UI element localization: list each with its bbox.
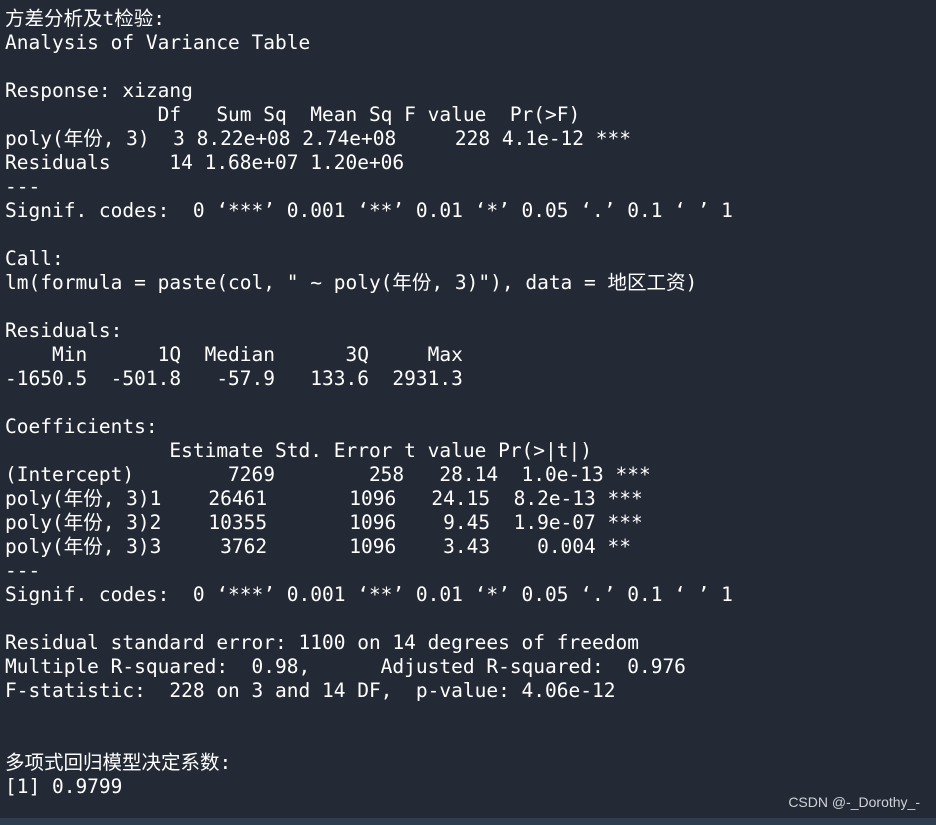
console-line: poly(年份, 3)1 26461 1096 24.15 8.2e-13 **…	[5, 487, 643, 510]
console-line: ---	[5, 559, 41, 582]
console-line: Estimate Std. Error t value Pr(>|t|)	[5, 439, 592, 462]
console-line: -1650.5 -501.8 -57.9 133.6 2931.3	[5, 367, 463, 390]
console-line: Residual standard error: 1100 on 14 degr…	[5, 631, 639, 654]
console-line: Residuals:	[5, 319, 123, 342]
console-output[interactable]: 方差分析及t检验: Analysis of Variance Table Res…	[0, 0, 936, 818]
console-line: Df Sum Sq Mean Sq F value Pr(>F)	[5, 103, 581, 126]
console-line: poly(年份, 3)3 3762 1096 3.43 0.004 **	[5, 535, 631, 558]
bottom-bar	[0, 818, 936, 825]
console-line: F-statistic: 228 on 3 and 14 DF, p-value…	[5, 679, 616, 702]
console-line: Response: xizang	[5, 79, 193, 102]
console-line: Min 1Q Median 3Q Max	[5, 343, 463, 366]
console-line: Coefficients:	[5, 415, 158, 438]
console-line: poly(年份, 3)2 10355 1096 9.45 1.9e-07 ***	[5, 511, 643, 534]
console-line: Signif. codes: 0 ‘***’ 0.001 ‘**’ 0.01 ‘…	[5, 583, 733, 606]
console-line: ---	[5, 175, 41, 198]
console-line: Signif. codes: 0 ‘***’ 0.001 ‘**’ 0.01 ‘…	[5, 199, 733, 222]
console-line: (Intercept) 7269 258 28.14 1.0e-13 ***	[5, 463, 651, 486]
console-line: lm(formula = paste(col, " ~ poly(年份, 3)"…	[5, 271, 698, 294]
console-line: 方差分析及t检验:	[5, 7, 165, 30]
watermark: CSDN @-_Dorothy_-	[788, 794, 920, 810]
console-line: Residuals 14 1.68e+07 1.20e+06	[5, 151, 405, 174]
console-line: 多项式回归模型决定系数:	[5, 751, 232, 774]
console-line: poly(年份, 3) 3 8.22e+08 2.74e+08 228 4.1e…	[5, 127, 631, 150]
console-line: Multiple R-squared: 0.98, Adjusted R-squ…	[5, 655, 686, 678]
console-line: Call:	[5, 247, 64, 270]
console-line: Analysis of Variance Table	[5, 31, 311, 54]
console-line: [1] 0.9799	[5, 775, 123, 798]
